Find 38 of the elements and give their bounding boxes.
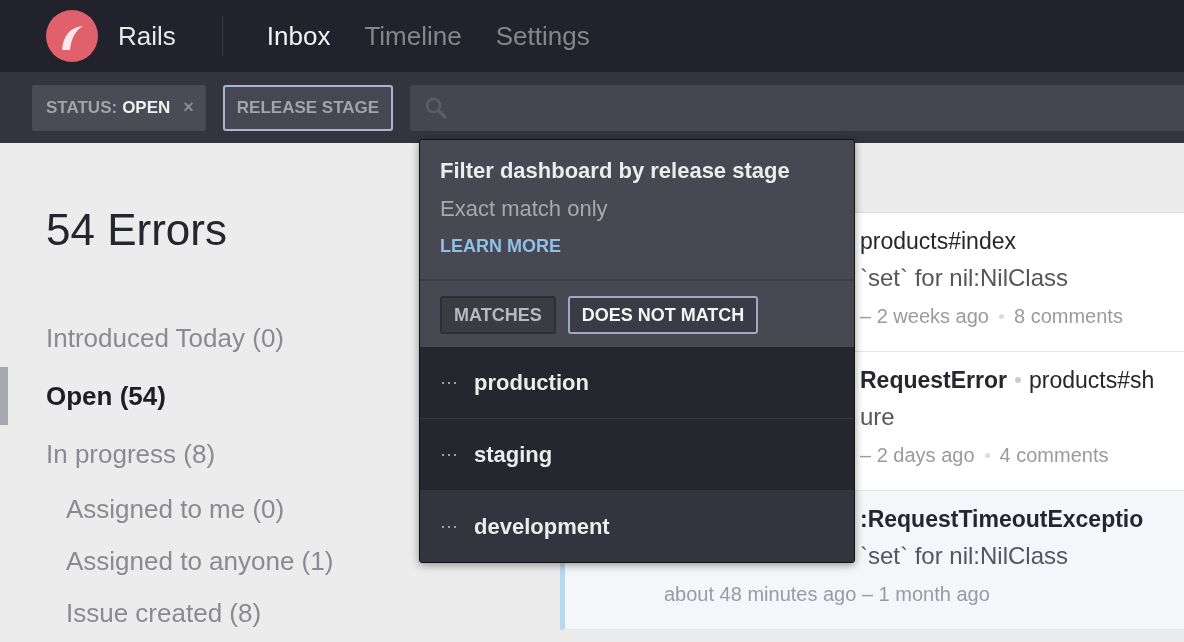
learn-more-link[interactable]: LEARN MORE — [440, 236, 561, 257]
nav-tab[interactable]: Timeline — [364, 20, 462, 52]
error-message: `set` for nil:NilClass — [860, 542, 1069, 570]
errors-heading: 54 Errors — [46, 205, 227, 255]
separator-dot-icon — [999, 313, 1004, 319]
error-title: products#index — [860, 227, 1016, 255]
release-stage-button[interactable]: RELEASE STAGE — [222, 84, 394, 131]
logo-icon — [46, 10, 98, 62]
match-toggle-button[interactable]: MATCHES — [440, 296, 556, 334]
error-message: ure — [860, 403, 895, 431]
status-filter-chip[interactable]: STATUS: OPEN × — [32, 84, 206, 131]
drag-handle-icon: ··· — [440, 444, 454, 465]
error-meta: – 2 days ago — [860, 443, 975, 467]
error-title: RequestError — [860, 366, 1007, 394]
nav-tab[interactable]: Inbox — [266, 20, 331, 52]
stage-option[interactable]: ··· production — [420, 347, 854, 419]
error-title: :RequestTimeoutExceptio — [860, 505, 1144, 533]
filter-value: OPEN — [122, 97, 171, 118]
match-toggle-button[interactable]: DOES NOT MATCH — [567, 296, 759, 334]
search-field[interactable] — [410, 84, 1184, 131]
error-title: products#sh — [1029, 366, 1155, 394]
error-meta: 4 comments — [999, 443, 1109, 467]
error-meta: – 2 weeks ago — [860, 304, 989, 328]
popup-title: Filter dashboard by release stage — [440, 158, 791, 184]
drag-handle-icon: ··· — [440, 516, 454, 537]
error-message: `set` for nil:NilClass — [860, 264, 1069, 292]
sidebar-item[interactable]: Issue created (8) — [0, 587, 560, 639]
stage-name: staging — [474, 441, 553, 468]
error-meta: about 48 minutes ago – 1 month ago — [664, 582, 990, 606]
stage-option[interactable]: ··· staging — [420, 419, 854, 491]
stage-option[interactable]: ··· development — [420, 491, 854, 562]
separator-dot-icon — [1015, 377, 1021, 383]
separator-dot-icon — [984, 452, 990, 458]
error-meta: 8 comments — [1014, 304, 1123, 328]
filter-label: STATUS: — [46, 97, 118, 118]
brand-name: Rails — [118, 20, 176, 52]
drag-handle-icon: ··· — [440, 372, 454, 393]
nav-tab[interactable]: Settings — [495, 20, 590, 52]
